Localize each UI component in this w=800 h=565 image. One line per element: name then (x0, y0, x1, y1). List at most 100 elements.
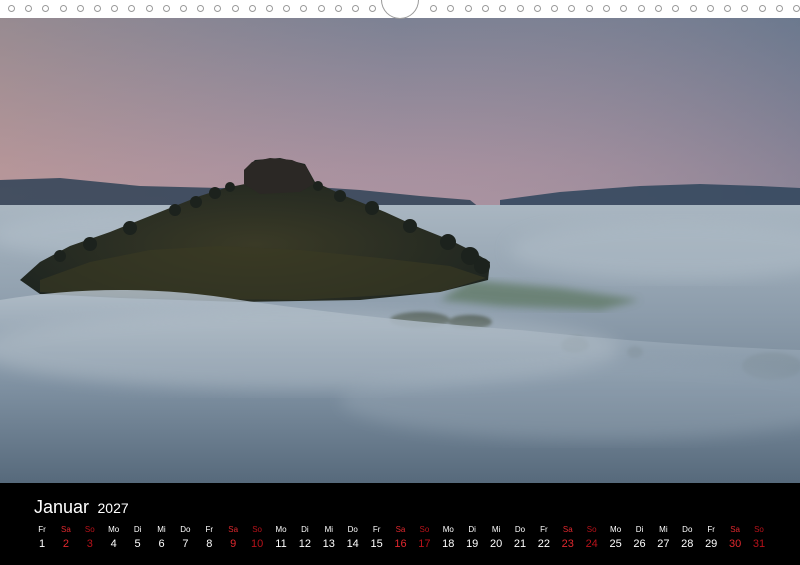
day-column: Di 19 (460, 525, 484, 553)
weekday-label: Fr (38, 525, 46, 534)
day-number: 8 (206, 538, 213, 550)
month-name: Januar (34, 497, 90, 517)
day-number: 31 (752, 538, 766, 550)
weekday-label: Di (301, 525, 309, 534)
day-number: 10 (250, 538, 264, 550)
day-column: So 17 (412, 525, 436, 553)
weekday-label: Sa (730, 525, 740, 534)
weekday-label: Mo (610, 525, 622, 534)
day-number: 9 (230, 538, 237, 550)
weekday-label: Mi (157, 525, 166, 534)
day-number: 2 (62, 538, 69, 550)
day-number: 19 (466, 538, 479, 550)
day-column: Mo 18 (436, 525, 460, 553)
binding-hole (76, 5, 84, 12)
weekday-label: Di (468, 525, 476, 534)
day-number: 15 (370, 538, 383, 550)
binding-hole (317, 5, 325, 12)
day-number: 20 (489, 538, 503, 550)
day-column: Do 21 (508, 525, 532, 553)
binding-hole (162, 5, 170, 12)
day-column: So 31 (747, 525, 771, 553)
day-column: So 24 (580, 525, 604, 553)
day-number: 6 (158, 538, 165, 550)
weekday-label: Fr (707, 525, 715, 534)
day-column: Fr 1 (30, 525, 54, 553)
binding-hole (637, 5, 645, 12)
weekday-label: Fr (540, 525, 548, 534)
binding-hole (516, 5, 524, 12)
day-number: 14 (346, 538, 359, 550)
binding-hole (352, 5, 359, 12)
weekday-label: Sa (60, 525, 71, 534)
day-column: Di 5 (126, 525, 150, 553)
day-number: 25 (609, 538, 622, 550)
day-column: Mo 25 (604, 525, 628, 553)
weekday-label: Mo (275, 525, 287, 534)
binding-hole (776, 5, 783, 12)
weekday-label: So (586, 525, 597, 534)
weekday-label: Sa (562, 525, 573, 534)
month-year: 2027 (97, 500, 129, 516)
binding-hole (430, 5, 437, 12)
day-number: 12 (298, 538, 312, 550)
day-column: Mi 6 (150, 525, 174, 553)
weekday-label: Mo (442, 525, 454, 534)
day-column: Sa 9 (221, 525, 245, 553)
day-column: Sa 16 (389, 525, 413, 553)
misty-hill-photo (0, 0, 800, 483)
binding-hole (464, 5, 472, 12)
day-column: Sa 23 (556, 525, 580, 553)
day-column: Mi 13 (317, 525, 341, 553)
binding-hole (793, 5, 800, 12)
binding-hole (585, 5, 593, 12)
weekday-label: Mi (324, 525, 334, 534)
day-column: Mo 11 (269, 525, 293, 553)
binding-hole (94, 5, 101, 12)
weekday-label: Di (635, 525, 644, 534)
day-column: Di 26 (628, 525, 652, 553)
landscape-photo (0, 0, 800, 483)
day-column: Sa 2 (54, 525, 78, 553)
calendar-page: Januar 2027 Fr 1 Sa 2 So 3 Mo 4 Di 5 Mi 6 Do 7 Fr 8 Sa 9 S… (0, 0, 800, 565)
day-number: 16 (394, 538, 407, 550)
day-column: Sa 30 (723, 525, 747, 553)
weekday-label: Sa (395, 525, 406, 534)
day-number: 5 (134, 538, 141, 550)
binding-hole (248, 5, 256, 12)
weekday-label: Mi (491, 525, 501, 534)
binding-hole (8, 5, 15, 12)
day-column: Fr 15 (365, 525, 389, 553)
day-number: 30 (728, 538, 742, 550)
weekday-label: Fr (372, 525, 381, 534)
binding-hole (266, 5, 273, 12)
binding-hole (758, 5, 766, 12)
day-number: 17 (418, 538, 431, 550)
day-column: Do 7 (173, 525, 197, 553)
day-column: Mi 20 (484, 525, 508, 553)
binding-hole (689, 5, 697, 12)
day-number: 4 (110, 538, 117, 550)
weekday-label: Do (180, 525, 191, 534)
weekday-label: Do (347, 525, 358, 534)
binding-hole (59, 5, 67, 12)
day-column: Fr 29 (699, 525, 723, 553)
calendar-strip: Januar 2027 Fr 1 Sa 2 So 3 Mo 4 Di 5 Mi 6 Do 7 Fr 8 Sa 9 S… (0, 483, 800, 565)
day-number: 22 (537, 538, 551, 550)
day-number: 23 (561, 538, 574, 550)
weekday-label: So (84, 525, 95, 534)
day-column: Fr 8 (197, 525, 221, 553)
weekday-label: Di (133, 525, 142, 534)
day-number: 3 (86, 538, 93, 550)
day-number: 18 (442, 538, 455, 550)
day-number: 11 (275, 538, 287, 550)
day-number: 7 (182, 538, 189, 550)
day-number: 26 (633, 538, 646, 550)
day-column: So 10 (245, 525, 269, 553)
weekday-label: Do (682, 525, 693, 534)
day-number: 24 (585, 538, 598, 550)
day-number: 21 (513, 538, 527, 550)
weekday-label: Mo (108, 525, 120, 534)
day-number: 1 (38, 538, 46, 550)
day-column: Do 28 (675, 525, 699, 553)
